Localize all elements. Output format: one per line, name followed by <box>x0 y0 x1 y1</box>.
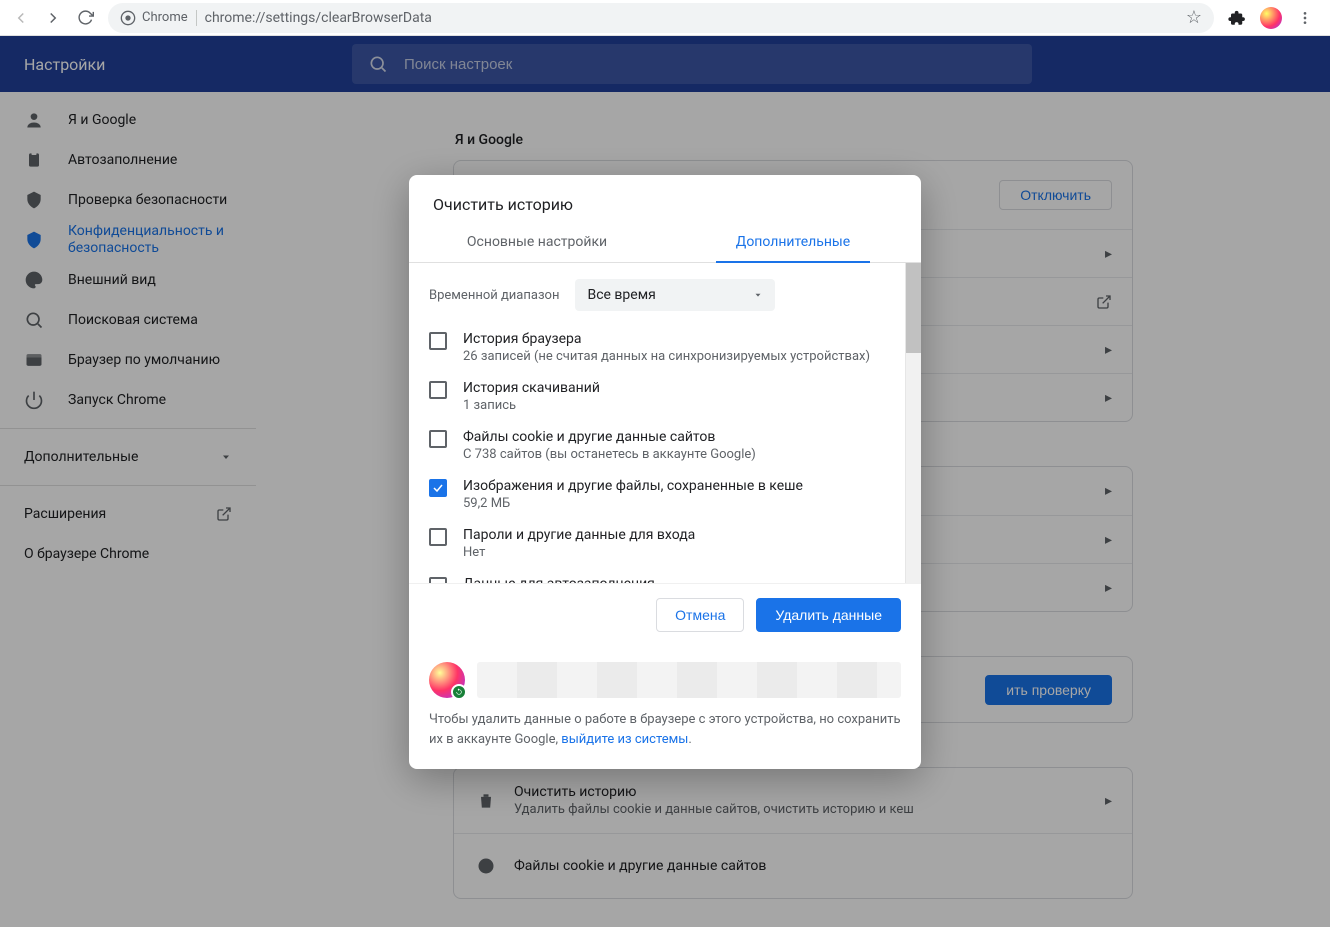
sidebar-item-on-startup[interactable]: Запуск Chrome <box>0 380 256 420</box>
settings-search-input[interactable] <box>404 56 1016 73</box>
checkbox[interactable] <box>429 430 447 448</box>
forward-button[interactable] <box>38 3 68 33</box>
clear-item-title: Данные для автозаполнения <box>463 576 655 583</box>
clear-browsing-data-dialog: Очистить историю Основные настройки Допо… <box>409 175 921 769</box>
back-button[interactable] <box>6 3 36 33</box>
extensions-button[interactable] <box>1222 3 1252 33</box>
clear-item-row[interactable]: Данные для автозаполнения <box>429 568 901 583</box>
omnibox-divider <box>196 10 197 26</box>
search-icon <box>368 54 388 74</box>
trash-icon <box>474 791 498 811</box>
dialog-actions: Отмена Удалить данные <box>409 583 921 646</box>
clear-item-title: Изображения и другие файлы, сохраненные … <box>463 478 803 494</box>
sidebar-item-people[interactable]: Я и Google <box>0 100 256 140</box>
disable-sync-button[interactable]: Отключить <box>999 180 1112 210</box>
sync-status-icon <box>451 684 467 700</box>
cookies-row[interactable]: Файлы cookie и другие данные сайтов <box>454 833 1132 898</box>
reload-button[interactable] <box>70 3 100 33</box>
person-icon <box>24 110 44 130</box>
clear-item-subtitle: 59,2 МБ <box>463 496 803 511</box>
site-name: Chrome <box>142 10 188 25</box>
browser-icon <box>24 350 44 370</box>
checkbox[interactable] <box>429 381 447 399</box>
settings-header: Настройки <box>0 36 1330 92</box>
cookie-icon <box>474 856 498 876</box>
site-chip: Chrome <box>120 10 188 26</box>
dialog-body: Временной диапазон Все время История бра… <box>409 263 921 583</box>
clear-item-title: История скачиваний <box>463 380 600 396</box>
tab-basic[interactable]: Основные настройки <box>409 222 665 262</box>
clear-item-row[interactable]: Файлы cookie и другие данные сайтов С 738… <box>429 421 901 470</box>
sidebar-advanced-toggle[interactable]: Дополнительные <box>0 437 256 477</box>
run-safety-check-button[interactable]: ить проверку <box>985 675 1112 705</box>
confirm-delete-button[interactable]: Удалить данные <box>756 598 901 632</box>
sidebar-item-privacy[interactable]: Конфиденциальность и безопасность <box>0 220 256 260</box>
dialog-footer: Чтобы удалить данные о работе в браузере… <box>409 646 921 769</box>
chevron-down-icon <box>753 290 763 300</box>
palette-icon <box>24 270 44 290</box>
dialog-tabs: Основные настройки Дополнительные <box>409 222 921 263</box>
sign-out-link[interactable]: выйдите из системы <box>561 732 688 747</box>
section-people-title: Я и Google <box>453 116 1133 160</box>
sidebar-item-safety[interactable]: Проверка безопасности <box>0 180 256 220</box>
clear-item-row[interactable]: Изображения и другие файлы, сохраненные … <box>429 470 901 519</box>
open-external-icon <box>216 506 232 522</box>
checkbox[interactable] <box>429 332 447 350</box>
settings-sidebar: Я и Google Автозаполнение Проверка безоп… <box>0 92 256 927</box>
settings-title: Настройки <box>0 55 256 74</box>
chevron-right-icon: ▸ <box>1105 532 1112 548</box>
checkbox[interactable] <box>429 528 447 546</box>
sidebar-item-default-browser[interactable]: Браузер по умолчанию <box>0 340 256 380</box>
sidebar-item-appearance[interactable]: Внешний вид <box>0 260 256 300</box>
shield-icon <box>24 230 44 250</box>
tab-advanced[interactable]: Дополнительные <box>665 222 921 262</box>
clear-item-title: Пароли и другие данные для входа <box>463 527 695 543</box>
clear-item-row[interactable]: История скачиваний 1 запись <box>429 372 901 421</box>
clear-item-subtitle: 26 записей (не считая данных на синхрони… <box>463 349 870 364</box>
browser-toolbar: Chrome chrome://settings/clearBrowserDat… <box>0 0 1330 36</box>
chevron-right-icon: ▸ <box>1105 483 1112 499</box>
clear-item-row[interactable]: История браузера 26 записей (не считая да… <box>429 323 901 372</box>
chevron-right-icon: ▸ <box>1105 246 1112 262</box>
dialog-title: Очистить историю <box>409 175 921 222</box>
sidebar-item-search[interactable]: Поисковая система <box>0 300 256 340</box>
privacy-card: Очистить историю Удалить файлы cookie и … <box>453 767 1133 899</box>
chevron-right-icon: ▸ <box>1105 793 1112 809</box>
sync-account-placeholder <box>477 662 901 698</box>
clear-item-subtitle: С 738 сайтов (вы останетесь в аккаунте G… <box>463 447 756 462</box>
chevron-right-icon: ▸ <box>1105 342 1112 358</box>
sidebar-item-autofill[interactable]: Автозаполнение <box>0 140 256 180</box>
clear-item-subtitle: 1 запись <box>463 398 600 413</box>
chevron-down-icon <box>220 451 232 463</box>
url-text: chrome://settings/clearBrowserData <box>205 10 432 26</box>
sidebar-extensions-link[interactable]: Расширения <box>0 494 256 534</box>
clear-item-title: Файлы cookie и другие данные сайтов <box>463 429 756 445</box>
clear-browsing-data-row[interactable]: Очистить историю Удалить файлы cookie и … <box>454 768 1132 833</box>
time-range-select[interactable]: Все время <box>575 279 775 311</box>
dialog-footer-text: Чтобы удалить данные о работе в браузере… <box>429 710 901 749</box>
time-range-label: Временной диапазон <box>429 288 559 303</box>
star-icon[interactable]: ☆ <box>1186 7 1202 28</box>
sidebar-about-link[interactable]: О браузере Chrome <box>0 534 256 574</box>
clear-item-row[interactable]: Пароли и другие данные для входа Нет <box>429 519 901 568</box>
clipboard-icon <box>24 150 44 170</box>
settings-search[interactable] <box>352 44 1032 84</box>
open-external-icon <box>1096 294 1112 310</box>
search-icon <box>24 310 44 330</box>
profile-avatar-button[interactable] <box>1256 3 1286 33</box>
clear-item-title: История браузера <box>463 331 870 347</box>
address-bar[interactable]: Chrome chrome://settings/clearBrowserDat… <box>108 3 1214 33</box>
chevron-right-icon: ▸ <box>1105 580 1112 596</box>
chrome-menu-button[interactable] <box>1290 3 1320 33</box>
checkbox[interactable] <box>429 479 447 497</box>
cancel-button[interactable]: Отмена <box>656 598 744 632</box>
checkbox[interactable] <box>429 577 447 583</box>
shield-check-icon <box>24 190 44 210</box>
chevron-right-icon: ▸ <box>1105 390 1112 406</box>
clear-item-subtitle: Нет <box>463 545 695 560</box>
sync-avatar <box>429 662 465 698</box>
power-icon <box>24 390 44 410</box>
